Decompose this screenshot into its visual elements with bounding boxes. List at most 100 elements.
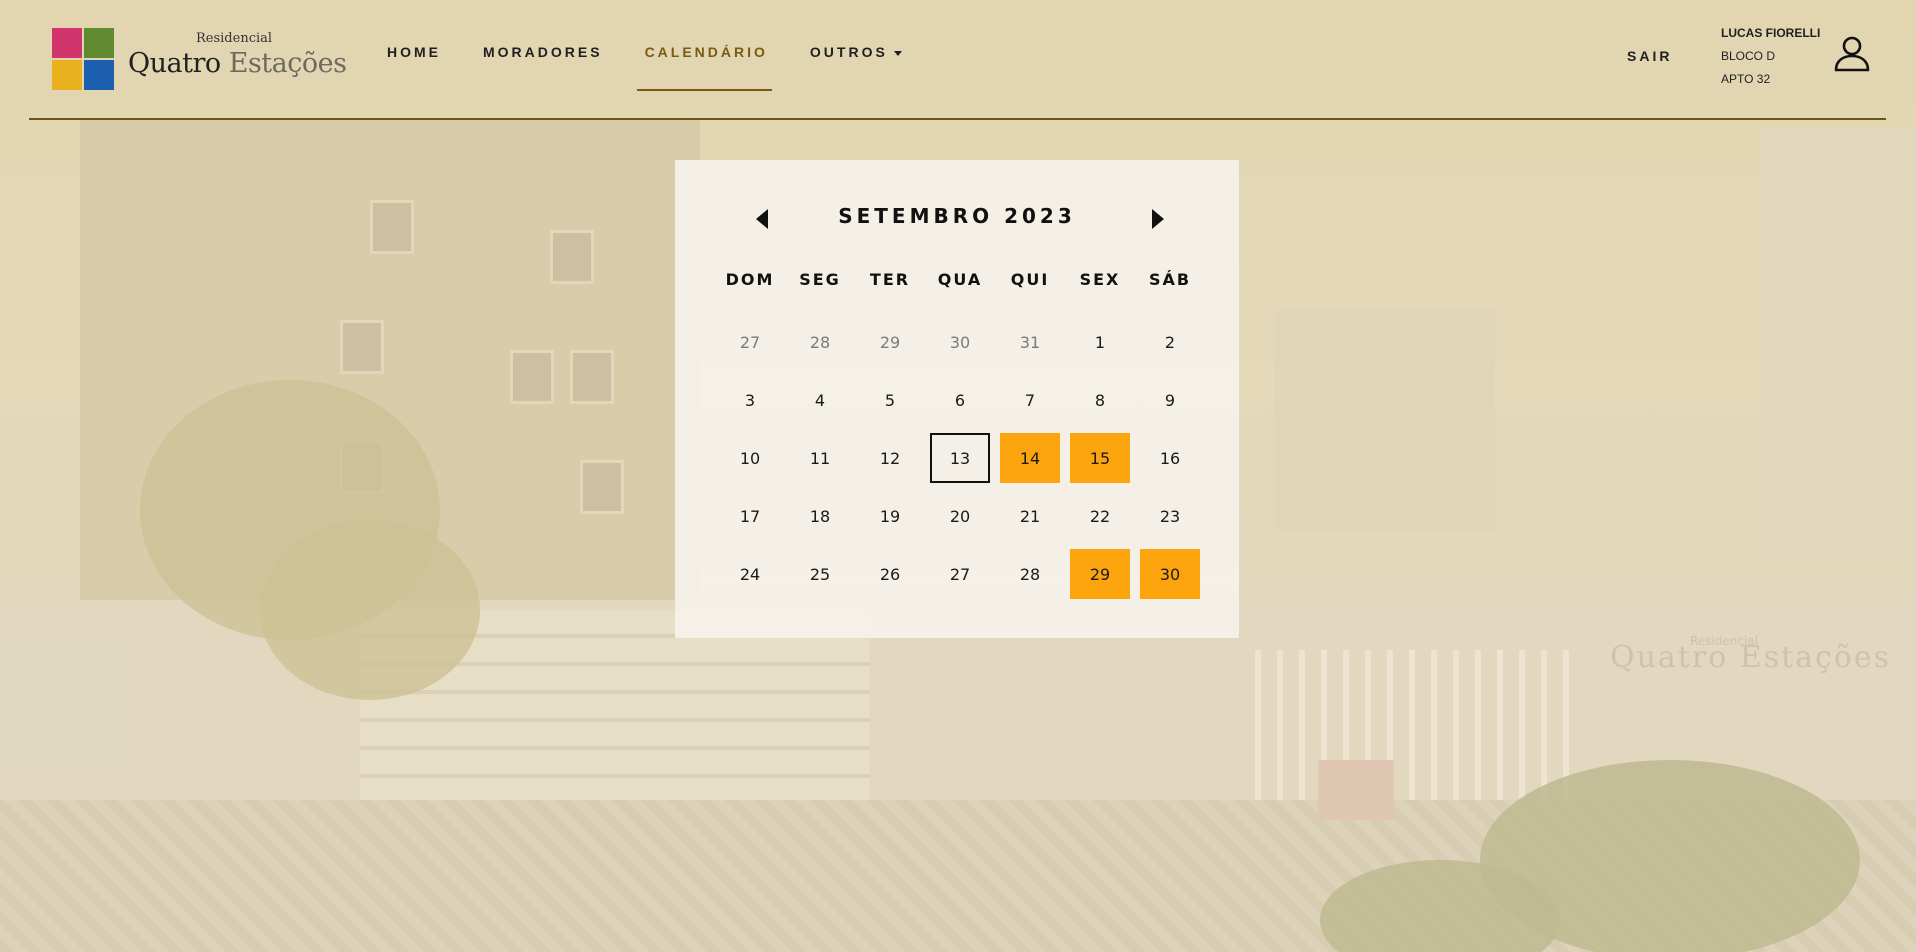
nav-outros-dropdown[interactable]: OUTROS xyxy=(810,44,902,60)
calendar-day[interactable]: 28 xyxy=(995,545,1065,603)
calendar-day-number: 13 xyxy=(930,433,990,483)
calendar-day-number: 27 xyxy=(739,332,761,352)
calendar-day-number: 18 xyxy=(809,506,831,526)
calendar-day[interactable]: 16 xyxy=(1135,429,1205,487)
calendar-day[interactable]: 27 xyxy=(715,313,785,371)
calendar-day[interactable]: 6 xyxy=(925,371,995,429)
weekday-label: TER xyxy=(869,270,911,289)
calendar-day-number: 17 xyxy=(739,506,761,526)
calendar-day[interactable]: 24 xyxy=(715,545,785,603)
calendar-day-number: 4 xyxy=(814,390,826,410)
calendar-days-grid: 27 28 29 30 31 1 2 3 4 5 6 7 8 9 10 11 12 13 14 15 16 17 18 19 2… xyxy=(715,313,1205,603)
calendar-day[interactable]: 8 xyxy=(1065,371,1135,429)
top-header: Residencial Quatro Estações HOME MORADOR… xyxy=(0,0,1916,120)
weekday-label: SÁB xyxy=(1148,270,1192,289)
calendar-day[interactable]: 7 xyxy=(995,371,1065,429)
calendar-day[interactable]: 27 xyxy=(925,545,995,603)
calendar-day-number: 19 xyxy=(879,506,901,526)
site-logo[interactable]: Residencial Quatro Estações xyxy=(52,28,347,90)
calendar-day[interactable]: 31 xyxy=(995,313,1065,371)
nav-outros-label: OUTROS xyxy=(809,44,888,60)
calendar-day[interactable]: 21 xyxy=(995,487,1065,545)
header-divider xyxy=(29,118,1886,120)
calendar-day[interactable]: 9 xyxy=(1135,371,1205,429)
logo-small-text: Residencial xyxy=(196,31,273,46)
calendar-day[interactable]: 2 xyxy=(1135,313,1205,371)
calendar-day-event[interactable]: 30 xyxy=(1135,545,1205,603)
user-profile-icon[interactable] xyxy=(1832,34,1872,74)
calendar-day[interactable]: 11 xyxy=(785,429,855,487)
calendar-day[interactable]: 17 xyxy=(715,487,785,545)
calendar-day-number: 29 xyxy=(1070,549,1130,599)
calendar-day[interactable]: 30 xyxy=(925,313,995,371)
calendar-day-number: 6 xyxy=(954,390,966,410)
user-name: LUCAS FIORELLI xyxy=(1721,26,1821,40)
logo-name-dark: Quatro xyxy=(128,48,221,79)
calendar-day[interactable]: 12 xyxy=(855,429,925,487)
logo-seasons-icon xyxy=(52,28,114,90)
calendar-day-number: 1 xyxy=(1094,332,1106,352)
calendar-day[interactable]: 3 xyxy=(715,371,785,429)
calendar-day-number: 31 xyxy=(1019,332,1041,352)
calendar-day[interactable]: 25 xyxy=(785,545,855,603)
user-bloco: BLOCO D xyxy=(1721,49,1776,63)
user-apto: APTO 32 xyxy=(1721,72,1771,86)
calendar-day-number: 26 xyxy=(879,564,901,584)
calendar-day-number: 30 xyxy=(1140,549,1200,599)
calendar-day-number: 12 xyxy=(879,448,901,468)
calendar-day-today[interactable]: 13 xyxy=(925,429,995,487)
weekday-label: QUI xyxy=(1010,270,1050,289)
calendar-day-number: 8 xyxy=(1094,390,1106,410)
calendar-day[interactable]: 23 xyxy=(1135,487,1205,545)
calendar-day-number: 9 xyxy=(1164,390,1176,410)
calendar-day-event[interactable]: 14 xyxy=(995,429,1065,487)
calendar-day-number: 29 xyxy=(879,332,901,352)
user-info: LUCAS FIORELLI BLOCO D APTO 32 xyxy=(1721,26,1820,86)
calendar-day-number: 20 xyxy=(949,506,971,526)
calendar-day-number: 28 xyxy=(809,332,831,352)
calendar-day[interactable]: 28 xyxy=(785,313,855,371)
calendar-day-number: 28 xyxy=(1019,564,1041,584)
calendar-day-number: 21 xyxy=(1019,506,1041,526)
calendar-day-number: 2 xyxy=(1164,332,1176,352)
nav-home[interactable]: HOME xyxy=(387,44,441,60)
calendar-day[interactable]: 29 xyxy=(855,313,925,371)
logout-button[interactable]: SAIR xyxy=(1627,48,1672,64)
calendar-day-number: 14 xyxy=(1000,433,1060,483)
calendar-day-number: 10 xyxy=(739,448,761,468)
calendar-day-number: 30 xyxy=(949,332,971,352)
calendar-day-event[interactable]: 29 xyxy=(1065,545,1135,603)
weekday-label: QUA xyxy=(937,270,983,289)
weekday-label: SEX xyxy=(1079,270,1121,289)
calendar-day[interactable]: 19 xyxy=(855,487,925,545)
calendar-day-number: 16 xyxy=(1159,448,1181,468)
calendar-day[interactable]: 22 xyxy=(1065,487,1135,545)
nav-moradores[interactable]: MORADORES xyxy=(483,44,603,60)
calendar-day-number: 3 xyxy=(744,390,756,410)
calendar-day-number: 24 xyxy=(739,564,761,584)
caret-down-icon xyxy=(893,50,902,56)
calendar-day-number: 22 xyxy=(1089,506,1111,526)
calendar-widget: SETEMBRO 2023 DOM SEG TER QUA QUI SEX SÁB 27 28… xyxy=(675,160,1239,638)
calendar-day[interactable]: 20 xyxy=(925,487,995,545)
calendar-day-number: 23 xyxy=(1159,506,1181,526)
calendar-day-event[interactable]: 15 xyxy=(1065,429,1135,487)
calendar-day[interactable]: 18 xyxy=(785,487,855,545)
calendar-day-number: 15 xyxy=(1070,433,1130,483)
next-month-icon[interactable] xyxy=(1142,204,1172,234)
weekday-label: SEG xyxy=(799,270,841,289)
calendar-day-number: 7 xyxy=(1024,390,1036,410)
logo-name-light: Estações xyxy=(228,48,347,79)
calendar-day[interactable]: 10 xyxy=(715,429,785,487)
calendar-day-number: 11 xyxy=(809,448,831,468)
main-nav: HOME MORADORES CALENDÁRIO OUTROS xyxy=(387,44,944,91)
calendar-day[interactable]: 5 xyxy=(855,371,925,429)
weekday-label: DOM xyxy=(725,270,775,289)
logo-name: Quatro Estações xyxy=(128,48,347,79)
calendar-day[interactable]: 4 xyxy=(785,371,855,429)
weekday-header: DOM SEG TER QUA QUI SEX SÁB xyxy=(715,270,1205,289)
nav-calendario[interactable]: CALENDÁRIO xyxy=(636,44,773,91)
calendar-day[interactable]: 1 xyxy=(1065,313,1135,371)
calendar-day[interactable]: 26 xyxy=(855,545,925,603)
calendar-day-number: 27 xyxy=(949,564,971,584)
